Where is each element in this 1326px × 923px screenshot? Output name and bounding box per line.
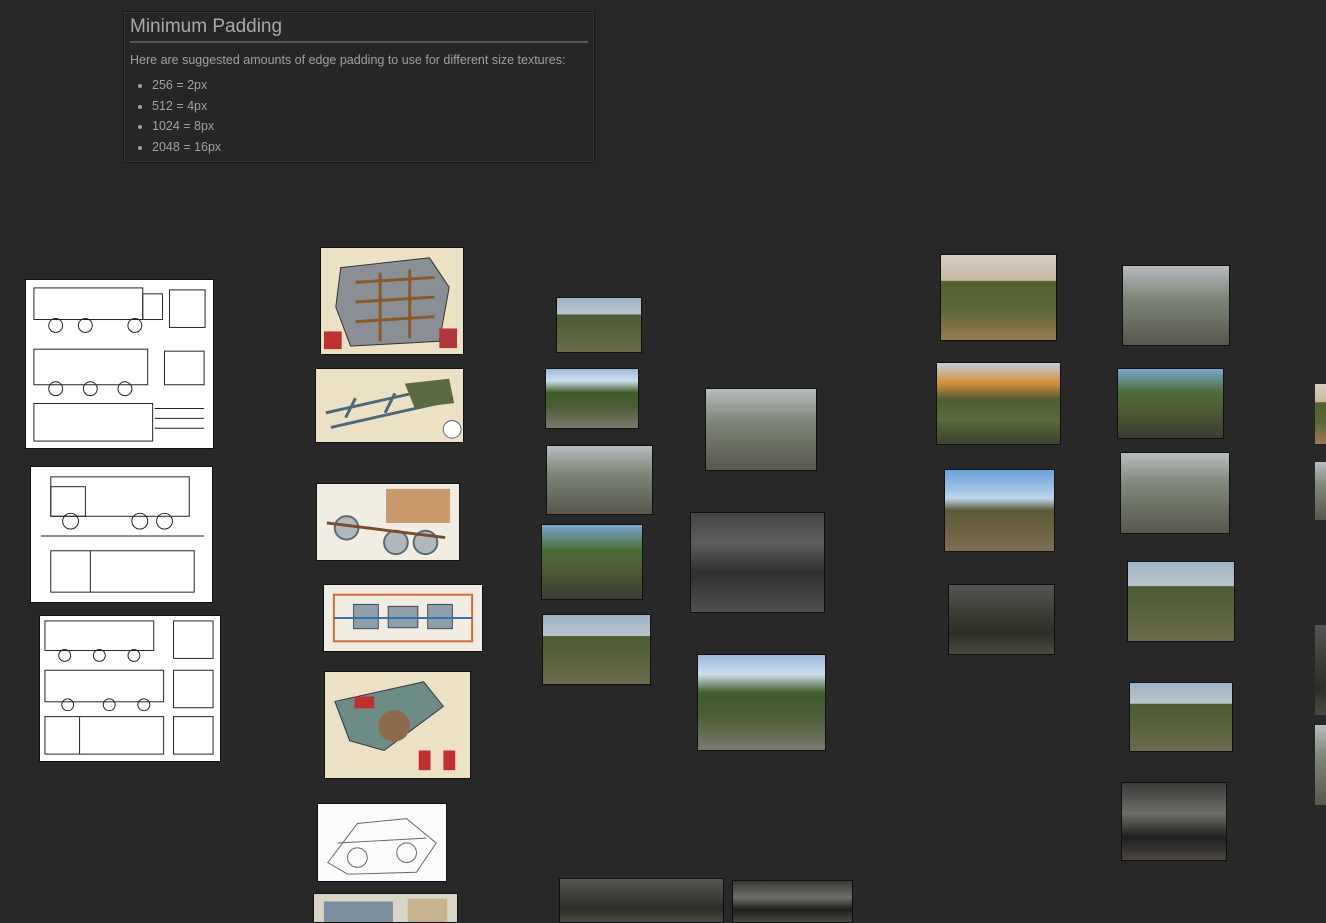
info-note: Minimum Padding Here are suggested amoun… — [123, 11, 595, 163]
padding-list: 256 = 2px 512 = 4px 1024 = 8px 2048 = 16… — [130, 75, 588, 157]
photo-thumbnail[interactable] — [1117, 368, 1224, 439]
photo-thumbnail[interactable] — [936, 362, 1061, 445]
note-title: Minimum Padding — [130, 16, 588, 43]
photo-thumbnail[interactable] — [1120, 452, 1230, 534]
texture-canvas[interactable]: Minimum Padding Here are suggested amoun… — [0, 0, 1326, 923]
photo-thumbnail[interactable] — [556, 297, 642, 353]
photo-thumbnail-edge[interactable] — [1315, 384, 1326, 444]
photo-thumbnail-edge[interactable] — [1315, 725, 1326, 805]
photo-thumbnail[interactable] — [690, 512, 825, 613]
illustration-thumbnail[interactable] — [320, 247, 464, 355]
padding-item: 512 = 4px — [152, 96, 588, 117]
photo-thumbnail[interactable] — [732, 880, 853, 923]
photo-thumbnail[interactable] — [948, 584, 1055, 655]
illustration-thumbnail[interactable] — [323, 584, 483, 652]
illustration-thumbnail[interactable] — [324, 671, 471, 779]
illustration-thumbnail[interactable] — [313, 893, 458, 923]
padding-item: 2048 = 16px — [152, 137, 588, 158]
photo-thumbnail[interactable] — [541, 524, 643, 600]
padding-item: 256 = 2px — [152, 75, 588, 96]
blueprint-thumbnail[interactable] — [25, 279, 214, 449]
illustration-thumbnail[interactable] — [315, 368, 464, 443]
photo-thumbnail[interactable] — [545, 368, 639, 429]
photo-thumbnail[interactable] — [1127, 561, 1235, 642]
photo-thumbnail[interactable] — [705, 388, 817, 471]
illustration-thumbnail[interactable] — [316, 483, 460, 561]
padding-item: 1024 = 8px — [152, 116, 588, 137]
photo-thumbnail-edge[interactable] — [1315, 462, 1326, 520]
photo-thumbnail[interactable] — [546, 445, 653, 515]
photo-thumbnail[interactable] — [559, 878, 724, 923]
blueprint-thumbnail[interactable] — [39, 615, 221, 762]
photo-thumbnail[interactable] — [1129, 682, 1233, 752]
photo-thumbnail[interactable] — [1122, 265, 1230, 346]
photo-thumbnail[interactable] — [940, 254, 1057, 341]
photo-thumbnail[interactable] — [1121, 782, 1227, 861]
photo-thumbnail-edge[interactable] — [1315, 625, 1326, 715]
note-description: Here are suggested amounts of edge paddi… — [130, 53, 566, 67]
photo-thumbnail[interactable] — [944, 469, 1055, 552]
blueprint-thumbnail[interactable] — [30, 466, 213, 603]
photo-thumbnail[interactable] — [697, 654, 826, 751]
photo-thumbnail[interactable] — [542, 614, 651, 685]
illustration-thumbnail[interactable] — [317, 803, 447, 882]
